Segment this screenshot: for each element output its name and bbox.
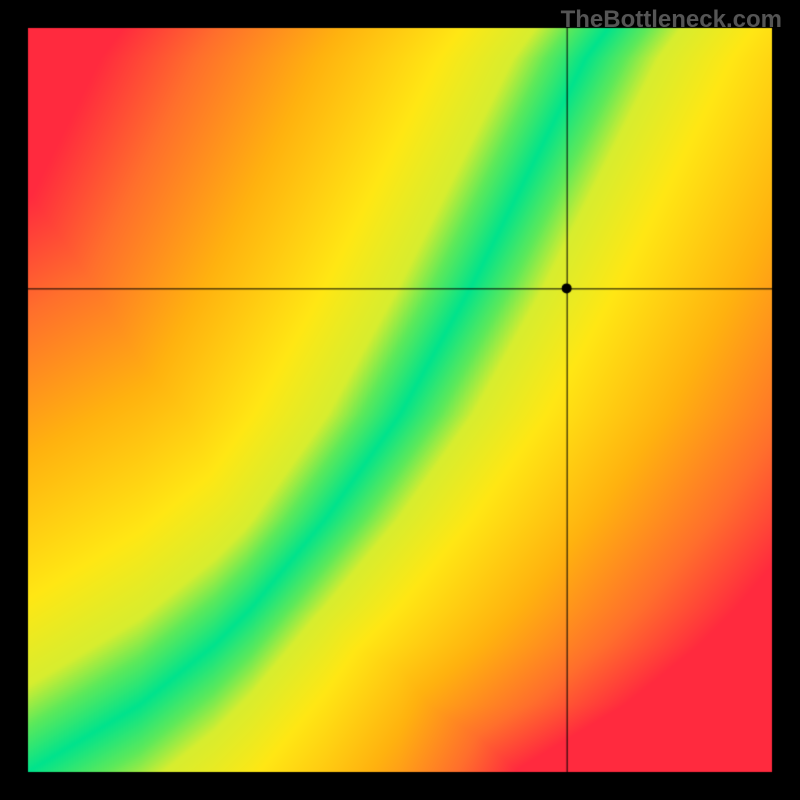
bottleneck-heatmap (0, 0, 800, 800)
watermark-text: TheBottleneck.com (561, 6, 782, 34)
